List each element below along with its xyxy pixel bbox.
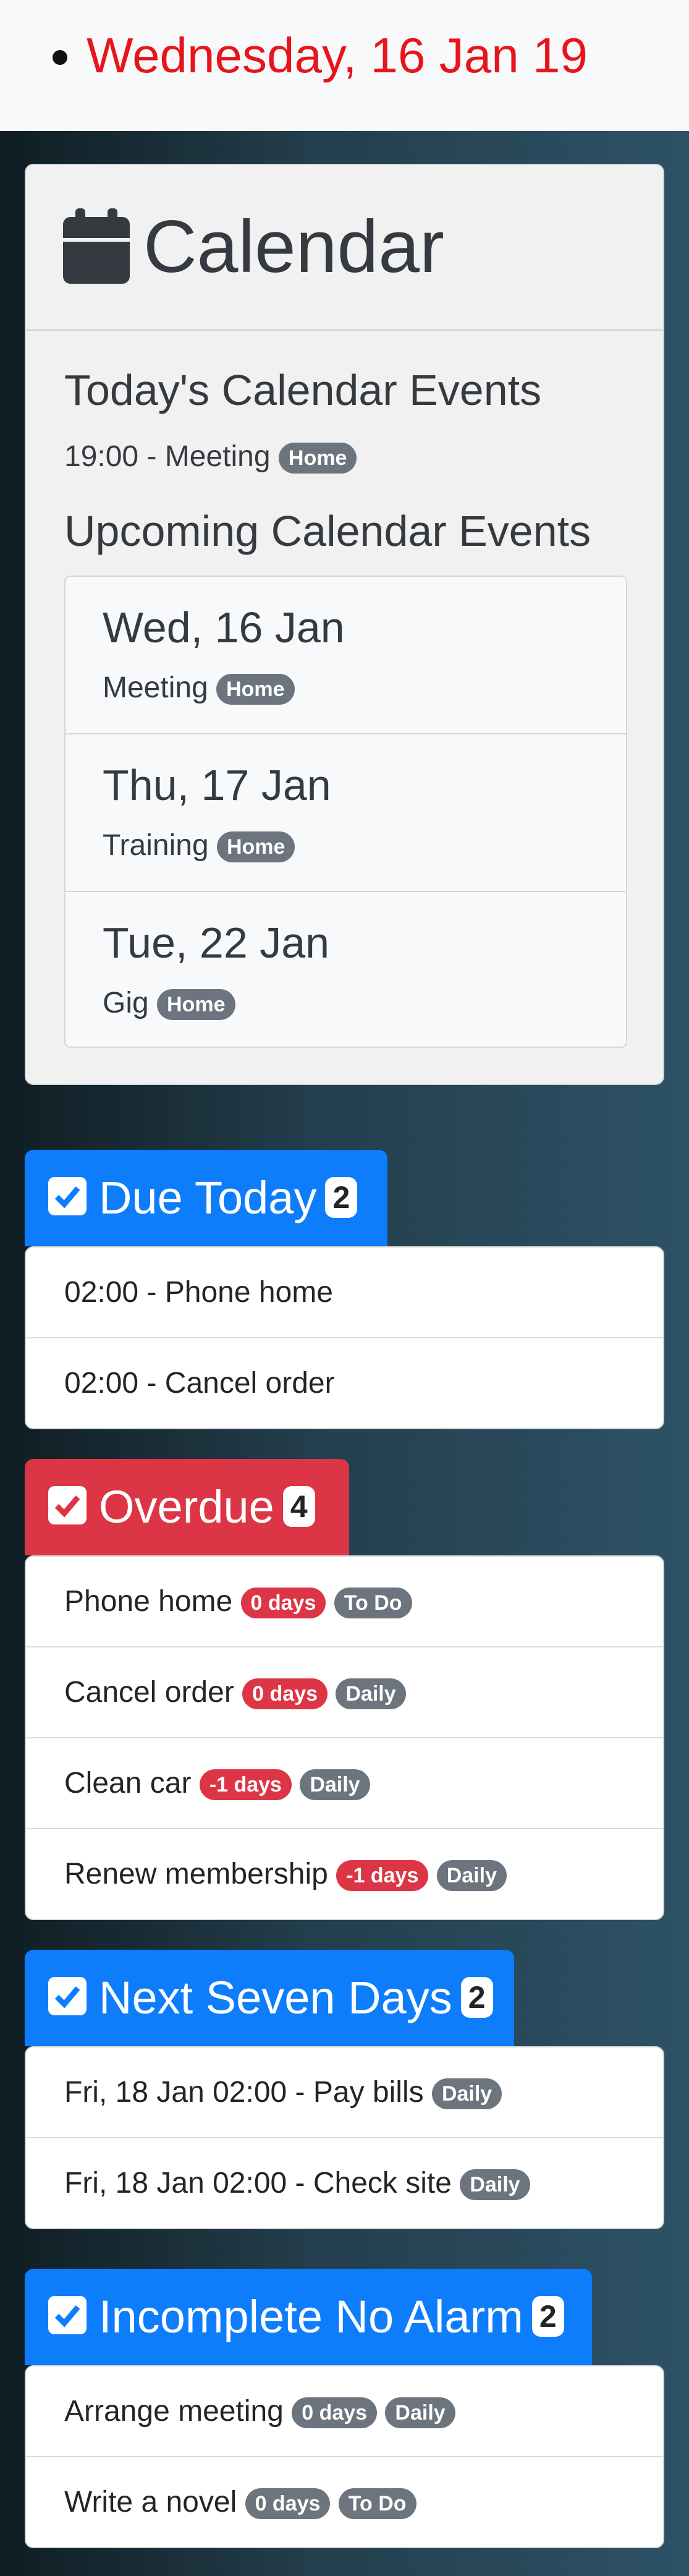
task-item[interactable]: Fri, 18 Jan 02:00 - Pay bills Daily [26, 2047, 663, 2138]
check-square-icon [48, 1177, 87, 1216]
task-tag-badge: Daily [300, 1769, 370, 1801]
task-tag-badge: To Do [338, 2488, 416, 2520]
incomplete-no-alarm-title: Incomplete No Alarm [99, 2291, 523, 2342]
task-text: Fri, 18 Jan 02:00 - Pay bills [64, 2076, 424, 2109]
check-square-icon [48, 1486, 87, 1525]
current-date: Wednesday, 16 Jan 19 [87, 28, 588, 83]
task-tag-badge: Daily [385, 2397, 455, 2429]
calendar-icon [63, 208, 130, 284]
task-row: Phone home 0 days To Do [64, 1583, 412, 1621]
today-event: 19:00 - Meeting Home [64, 438, 357, 475]
task-row: Fri, 18 Jan 02:00 - Pay bills Daily [64, 2073, 502, 2112]
task-text: 02:00 - Phone home [64, 1276, 333, 1309]
task-row: Renew membership -1 days Daily [64, 1855, 507, 1894]
date-list-item: Wednesday, 16 Jan 19 [87, 26, 588, 85]
event-tag-badge: Home [157, 989, 235, 1021]
check-square-icon [48, 2296, 87, 2335]
calendar-title: Calendar [143, 205, 444, 288]
task-text: Clean car [64, 1767, 192, 1800]
task-item[interactable]: Cancel order 0 days Daily [26, 1647, 663, 1738]
task-text: Fri, 18 Jan 02:00 - Check site [64, 2167, 452, 2200]
due-today-list: 02:00 - Phone home 02:00 - Cancel order [25, 1246, 664, 1429]
task-text: Arrange meeting [64, 2395, 284, 2428]
event-tag-badge: Home [278, 443, 357, 474]
due-today-header[interactable]: Due Today 2 [25, 1150, 387, 1246]
task-item[interactable]: Clean car -1 days Daily [26, 1738, 663, 1829]
overdue-list: Phone home 0 days To Do Cancel order 0 d… [25, 1555, 664, 1920]
days-badge: 0 days [242, 1678, 328, 1710]
incomplete-no-alarm-header[interactable]: Incomplete No Alarm 2 [25, 2269, 592, 2365]
upcoming-events-list: Wed, 16 Jan Meeting Home Thu, 17 Jan Tra… [64, 576, 627, 1048]
next-seven-days-list: Fri, 18 Jan 02:00 - Pay bills Daily Fri,… [25, 2046, 664, 2229]
task-item[interactable]: Phone home 0 days To Do [26, 1557, 663, 1647]
task-item[interactable]: Renew membership -1 days Daily [26, 1829, 663, 1919]
task-row: Cancel order 0 days Daily [64, 1673, 406, 1712]
due-today-count: 2 [325, 1177, 358, 1218]
task-item[interactable]: Arrange meeting 0 days Daily [26, 2366, 663, 2457]
upcoming-event-name: Training [103, 829, 209, 862]
upcoming-event-item[interactable]: Tue, 22 Jan Gig Home [66, 892, 626, 1047]
task-text: Renew membership [64, 1858, 328, 1890]
date-list: Wednesday, 16 Jan 19 [87, 26, 588, 85]
date-header: Wednesday, 16 Jan 19 [0, 0, 689, 131]
upcoming-event-item[interactable]: Thu, 17 Jan Training Home [66, 734, 626, 892]
days-badge: 0 days [292, 2397, 378, 2429]
upcoming-event-name: Gig [103, 987, 149, 1019]
upcoming-event-date: Tue, 22 Jan [103, 919, 330, 967]
dashboard: Calendar Today's Calendar Events 19:00 -… [0, 131, 689, 2576]
next-seven-days-title: Next Seven Days [99, 1972, 452, 2023]
days-badge: 0 days [240, 1588, 326, 1619]
task-text: 02:00 - Cancel order [64, 1367, 335, 1400]
upcoming-event-date: Thu, 17 Jan [103, 761, 331, 809]
task-tag-badge: Daily [460, 2169, 530, 2201]
task-tag-badge: To Do [334, 1588, 412, 1619]
event-tag-badge: Home [216, 674, 295, 705]
task-text: Write a novel [64, 2486, 237, 2519]
task-row: Clean car -1 days Daily [64, 1764, 370, 1803]
task-row: Fri, 18 Jan 02:00 - Check site Daily [64, 2164, 530, 2203]
task-row: Write a novel 0 days To Do [64, 2483, 416, 2522]
task-text: Phone home [64, 1585, 233, 1618]
upcoming-event-date: Wed, 16 Jan [103, 603, 345, 652]
check-square-icon [48, 1977, 87, 2016]
task-item[interactable]: 02:00 - Phone home [26, 1248, 663, 1338]
upcoming-event-detail: Training Home [103, 827, 295, 864]
upcoming-event-detail: Meeting Home [103, 670, 295, 707]
overdue-title: Overdue [99, 1481, 274, 1532]
task-item[interactable]: Write a novel 0 days To Do [26, 2457, 663, 2547]
task-row: Arrange meeting 0 days Daily [64, 2392, 455, 2431]
days-badge: 0 days [245, 2488, 331, 2520]
upcoming-event-detail: Gig Home [103, 985, 235, 1022]
next-seven-days-count: 2 [460, 1977, 493, 2018]
due-today-title: Due Today [99, 1172, 317, 1223]
overdue-count: 4 [282, 1486, 315, 1528]
days-badge: -1 days [199, 1769, 292, 1801]
upcoming-events-title: Upcoming Calendar Events [64, 507, 591, 555]
calendar-card: Calendar Today's Calendar Events 19:00 -… [25, 164, 664, 1085]
today-event-text: 19:00 - Meeting [64, 440, 271, 473]
incomplete-no-alarm-count: 2 [531, 2296, 564, 2337]
task-tag-badge: Daily [431, 2078, 502, 2110]
upcoming-event-name: Meeting [103, 671, 208, 704]
task-item[interactable]: 02:00 - Cancel order [26, 1338, 663, 1428]
upcoming-event-item[interactable]: Wed, 16 Jan Meeting Home [66, 577, 626, 734]
event-tag-badge: Home [216, 831, 295, 863]
task-tag-badge: Daily [336, 1678, 406, 1710]
task-text: Cancel order [64, 1676, 234, 1709]
task-tag-badge: Daily [436, 1860, 507, 1892]
incomplete-no-alarm-list: Arrange meeting 0 days Daily Write a nov… [25, 2365, 664, 2548]
task-item[interactable]: Fri, 18 Jan 02:00 - Check site Daily [26, 2138, 663, 2228]
overdue-header[interactable]: Overdue 4 [25, 1459, 349, 1555]
next-seven-days-header[interactable]: Next Seven Days 2 [25, 1950, 514, 2046]
today-events-title: Today's Calendar Events [64, 366, 542, 414]
calendar-card-header: Calendar [26, 165, 663, 331]
days-badge: -1 days [336, 1860, 429, 1892]
